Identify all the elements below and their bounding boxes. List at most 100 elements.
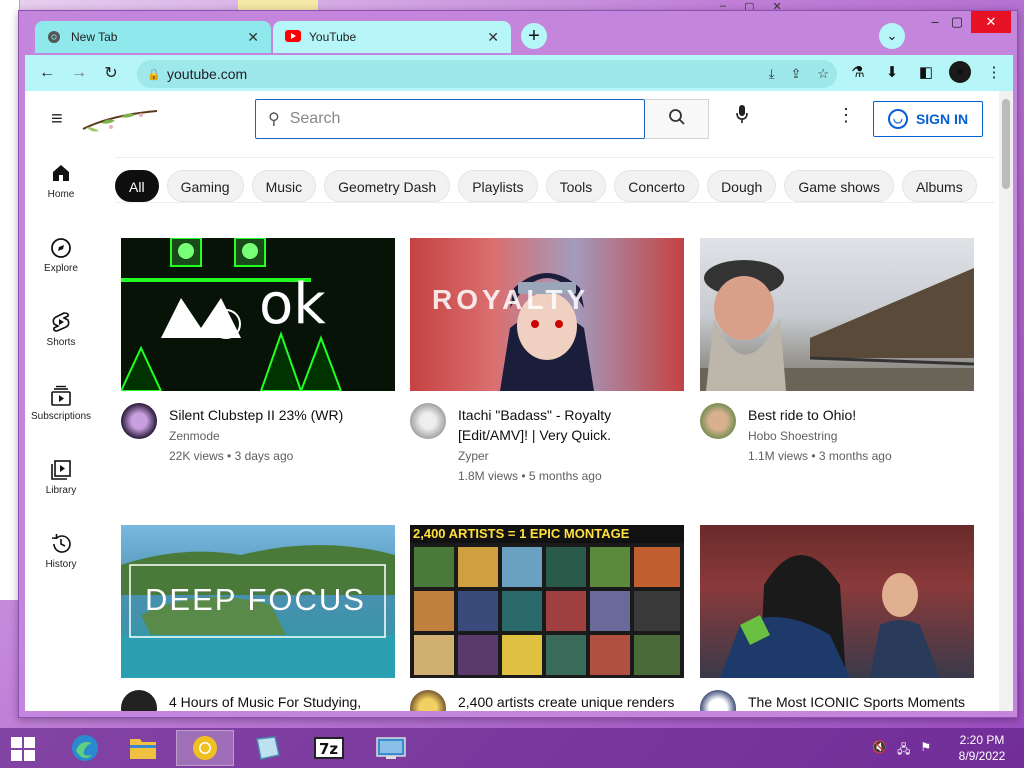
taskbar-clock[interactable]: 2:20 PM 8/9/2022 (950, 732, 1014, 764)
notepad-icon[interactable] (238, 730, 296, 766)
tab-youtube[interactable]: YouTube ✕ (273, 21, 511, 53)
explore-icon (25, 237, 97, 263)
side-panel-icon[interactable]: ◧ (915, 63, 937, 81)
svg-text:7z: 7z (319, 740, 338, 758)
chip-music[interactable]: Music (251, 170, 317, 202)
channel-avatar[interactable] (410, 403, 446, 439)
video-title[interactable]: 2,400 artists create unique renders from… (458, 692, 678, 711)
video-card[interactable]: The Most ICONIC Sports Moments of the De… (700, 525, 974, 711)
edge-browser-icon[interactable] (56, 730, 114, 766)
guide-item-label: Library (45, 485, 77, 496)
guide-item-history[interactable]: History (25, 533, 97, 570)
chip-dough[interactable]: Dough (707, 170, 777, 202)
back-arrow-icon[interactable]: ← (31, 64, 63, 82)
video-card[interactable]: ROYALTY Itachi "Badass" - Royalty [Edit/… (410, 238, 684, 483)
guide-item-shorts[interactable]: Shorts (25, 311, 97, 348)
chip-playlists[interactable]: Playlists (458, 170, 538, 202)
channel-avatar[interactable] (700, 690, 736, 711)
channel-avatar[interactable] (121, 690, 157, 711)
chip-game-shows[interactable]: Game shows (784, 170, 895, 202)
search-input[interactable]: ⚲ Search (255, 99, 645, 139)
video-meta: 2,400 artists create unique renders from… (410, 690, 684, 711)
video-thumbnail[interactable]: ROYALTY (410, 238, 684, 391)
video-card[interactable]: DEEP FOCUS 4 Hours of Music For Studying… (121, 525, 395, 711)
scrollbar-thumb[interactable] (1002, 99, 1010, 189)
volume-muted-icon[interactable]: 🔇 (872, 740, 887, 761)
user-icon: ◡ (887, 109, 908, 129)
hamburger-menu-icon[interactable]: ≡ (51, 109, 71, 129)
video-meta: 4 Hours of Music For Studying, Concentra… (121, 690, 395, 711)
download-icon[interactable]: ⬇ (881, 63, 903, 81)
address-bar[interactable]: 🔒 youtube.com ⤓ ⇪ ☆ (137, 60, 837, 88)
close-window-button[interactable]: ✕ (971, 11, 1011, 33)
microphone-icon[interactable] (725, 103, 759, 137)
notification-flag-icon[interactable]: ⚑ (920, 740, 931, 761)
video-card[interactable]: 2,400 ARTISTS = 1 EPIC MONTAGE 2,400 art… (410, 525, 684, 711)
chip-tools[interactable]: Tools (545, 170, 607, 202)
lock-icon: 🔒 (147, 68, 161, 81)
video-thumbnail[interactable] (700, 525, 974, 678)
bookmark-star-icon[interactable]: ☆ (817, 66, 829, 82)
lab-flask-icon[interactable]: ⚗ (847, 63, 869, 81)
chip-geometry-dash[interactable]: Geometry Dash (324, 170, 451, 202)
tab-new-tab[interactable]: New Tab ✕ (35, 21, 271, 53)
thumbnail-text: ROYALTY (432, 284, 590, 315)
video-title[interactable]: 4 Hours of Music For Studying, Concentra… (169, 692, 389, 711)
network-icon[interactable]: 🖧 (897, 740, 910, 761)
video-thumbnail[interactable]: DEEP FOCUS (121, 525, 395, 678)
channel-avatar[interactable] (121, 403, 157, 439)
video-thumbnail[interactable]: 2,400 ARTISTS = 1 EPIC MONTAGE (410, 525, 684, 678)
video-card[interactable]: ok Silent Clubstep II 23% (WR) Zenmode 2… (121, 238, 395, 483)
chip-albums[interactable]: Albums (902, 170, 977, 202)
file-explorer-icon[interactable] (114, 730, 172, 766)
share-icon[interactable]: ⇪ (790, 66, 801, 82)
logo[interactable] (81, 105, 159, 135)
search-button[interactable] (645, 99, 709, 139)
chip-concerto[interactable]: Concerto (614, 170, 700, 202)
shorts-icon (25, 311, 97, 337)
video-card[interactable]: Best ride to Ohio! Hobo Shoestring 1.1M … (700, 238, 974, 483)
video-thumbnail[interactable]: ok (121, 238, 395, 391)
guide-item-library[interactable]: Library (25, 459, 97, 496)
view-count: 22K views (169, 449, 224, 463)
channel-name[interactable]: Zyper (458, 449, 489, 463)
7zip-icon[interactable]: 7z (300, 730, 358, 766)
close-tab-icon[interactable]: ✕ (487, 29, 499, 46)
chip-all[interactable]: All (115, 170, 159, 202)
taskbar: 7z 🔇 🖧 ⚑ 2:20 PM 8/9/2022 (0, 728, 1024, 768)
chrome-taskbar-icon[interactable] (176, 730, 234, 766)
video-title[interactable]: Itachi "Badass" - Royalty [Edit/AMV]! | … (458, 405, 678, 445)
guide-item-subscriptions[interactable]: Subscriptions (25, 385, 97, 422)
settings-more-icon[interactable]: ⋮ (837, 105, 855, 126)
control-panel-icon[interactable] (362, 730, 420, 766)
forward-arrow-icon[interactable]: → (63, 64, 95, 82)
windows-start-icon[interactable] (10, 736, 38, 762)
library-icon (25, 459, 97, 485)
channel-name[interactable]: Hobo Shoestring (748, 429, 837, 443)
channel-avatar[interactable] (700, 403, 736, 439)
video-stats: 1.8M views • 5 months ago (458, 469, 602, 483)
video-title[interactable]: Best ride to Ohio! (748, 405, 968, 425)
guide-item-home[interactable]: Home (25, 163, 97, 200)
close-tab-icon[interactable]: ✕ (247, 29, 259, 46)
channel-name[interactable]: Zenmode (169, 429, 220, 443)
guide-item-label: Subscriptions (30, 411, 92, 422)
tab-search-chevron-icon[interactable]: ⌄ (879, 23, 905, 49)
install-icon[interactable]: ⤓ (769, 66, 775, 82)
browser-menu-icon[interactable]: ⋮ (983, 63, 1005, 81)
guide-item-label: History (45, 559, 77, 570)
url-text: youtube.com (167, 66, 248, 82)
video-title[interactable]: The Most ICONIC Sports Moments of the De… (748, 692, 968, 711)
reload-icon[interactable]: ↻ (95, 63, 127, 83)
video-thumbnail[interactable] (700, 238, 974, 391)
profile-avatar-icon[interactable]: ● (949, 61, 971, 83)
channel-avatar[interactable] (410, 690, 446, 711)
guide-item-explore[interactable]: Explore (25, 237, 97, 274)
video-meta: The Most ICONIC Sports Moments of the De… (700, 690, 974, 711)
video-title[interactable]: Silent Clubstep II 23% (WR) (169, 405, 389, 425)
page-scrollbar[interactable] (999, 91, 1013, 711)
video-stats: 1.1M views • 3 months ago (748, 449, 892, 463)
new-tab-button[interactable]: + (521, 23, 547, 49)
chip-gaming[interactable]: Gaming (166, 170, 244, 202)
sign-in-button[interactable]: ◡ SIGN IN (873, 101, 983, 137)
